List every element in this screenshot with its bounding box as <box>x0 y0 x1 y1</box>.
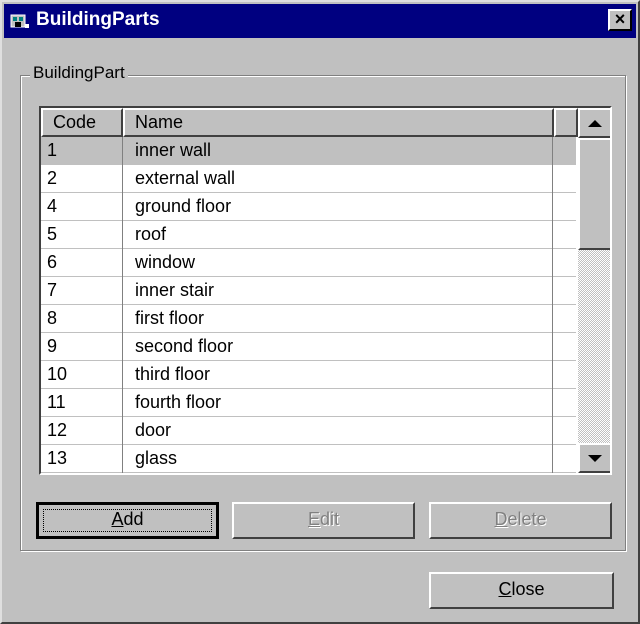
group-label: BuildingPart <box>30 63 128 83</box>
building-app-icon <box>10 14 29 28</box>
cell-code: 11 <box>47 392 66 412</box>
cell-code: 10 <box>47 364 68 384</box>
add-button[interactable]: Add <box>36 502 219 539</box>
cell-code: 9 <box>47 336 58 356</box>
cell-name: roof <box>135 224 167 244</box>
delete-button-label: elete <box>507 509 547 529</box>
close-button-label: lose <box>511 579 545 599</box>
cell-name: inner wall <box>135 140 212 160</box>
cell-name: ground floor <box>135 196 232 216</box>
edit-button-label: dit <box>320 509 340 529</box>
column-header-name[interactable]: Name <box>123 108 554 137</box>
arrow-down-icon[interactable] <box>578 443 610 473</box>
scrollbar-thumb[interactable] <box>578 138 610 250</box>
cell-name: glass <box>135 448 178 468</box>
cell-code: 2 <box>47 168 58 188</box>
cell-name: external wall <box>135 168 236 188</box>
buildingparts-grid[interactable]: Code Name 1 inner wall 2 external wall 4 grou… <box>39 106 612 475</box>
cell-name: first floor <box>135 308 205 328</box>
title-bar[interactable]: BuildingParts × <box>4 4 636 38</box>
cell-name: third floor <box>135 364 211 384</box>
cell-name: fourth floor <box>135 392 222 412</box>
close-button-mnemonic: C <box>498 579 512 599</box>
cell-code: 1 <box>47 140 58 160</box>
window-title: BuildingParts <box>36 9 160 30</box>
cell-name: second floor <box>135 336 234 356</box>
cell-name: inner stair <box>135 280 215 300</box>
close-icon[interactable]: × <box>608 9 632 31</box>
cell-name: door <box>135 420 172 440</box>
column-header-spacer <box>554 108 578 137</box>
delete-button-mnemonic: D <box>494 509 508 529</box>
delete-button[interactable]: Delete <box>429 502 612 539</box>
cell-code: 12 <box>47 420 68 440</box>
cell-code: 8 <box>47 308 58 328</box>
cell-code: 7 <box>47 280 58 300</box>
vertical-scrollbar[interactable] <box>578 108 610 473</box>
column-header-code[interactable]: Code <box>41 108 123 137</box>
edit-button[interactable]: Edit <box>232 502 415 539</box>
column-divider <box>122 137 123 473</box>
dialog-window: BuildingParts × BuildingPart Code Name 1… <box>0 0 640 624</box>
cell-code: 6 <box>47 252 58 272</box>
cell-code: 5 <box>47 224 58 244</box>
focus-rect <box>43 509 212 532</box>
cell-code: 4 <box>47 196 58 216</box>
arrow-up-icon[interactable] <box>578 108 610 138</box>
cell-code: 13 <box>47 448 68 468</box>
cell-name: window <box>135 252 196 272</box>
column-divider <box>552 137 553 473</box>
edit-button-mnemonic: E <box>307 509 320 529</box>
close-button[interactable]: Close <box>429 572 614 609</box>
